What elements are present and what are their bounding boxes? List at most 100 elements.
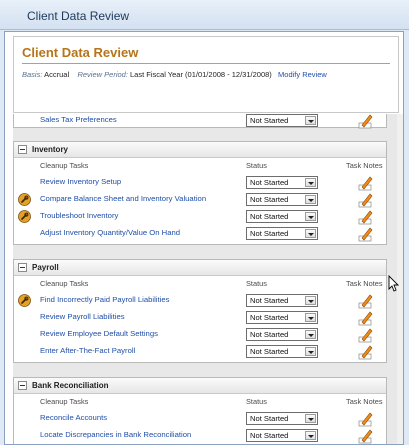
chevron-down-icon[interactable] xyxy=(305,195,316,204)
modify-review-link[interactable]: Modify Review xyxy=(278,70,327,79)
task-link[interactable]: Locate Discrepancies in Bank Reconciliat… xyxy=(40,430,191,439)
collapse-toggle-icon[interactable] xyxy=(18,145,27,154)
chevron-down-icon[interactable] xyxy=(305,414,316,423)
task-row: Enter After-The-Fact Payroll Not Started xyxy=(14,343,388,360)
task-row: Find Incorrectly Paid Payroll Liabilitie… xyxy=(14,292,388,309)
task-note-icon[interactable] xyxy=(358,309,374,326)
chevron-down-icon[interactable] xyxy=(305,313,316,322)
status-value: Not Started xyxy=(250,116,289,125)
section-inventory: Inventory Cleanup Tasks Status Task Note… xyxy=(13,141,387,245)
status-select[interactable]: Not Started xyxy=(246,328,318,341)
task-note-icon[interactable] xyxy=(358,326,374,343)
task-note-icon[interactable] xyxy=(358,292,374,309)
status-select[interactable]: Not Started xyxy=(246,429,318,442)
wrench-icon[interactable] xyxy=(18,294,31,307)
chevron-down-icon[interactable] xyxy=(305,330,316,339)
task-link[interactable]: Troubleshoot Inventory xyxy=(40,211,118,220)
col-header-tasks: Cleanup Tasks xyxy=(40,161,89,170)
chevron-down-icon[interactable] xyxy=(305,347,316,356)
section-header[interactable]: Bank Reconciliation xyxy=(14,378,386,394)
section-sales-tax: Sales Tax Preferences Not Started xyxy=(13,112,388,129)
tasks-scroll-area[interactable]: Sales Tax Preferences Not Started Invent… xyxy=(13,112,399,444)
status-value: Not Started xyxy=(250,178,289,187)
task-link[interactable]: Compare Balance Sheet and Inventory Valu… xyxy=(40,194,206,203)
title-divider xyxy=(22,63,390,64)
task-note-icon[interactable] xyxy=(358,410,374,427)
task-note-icon[interactable] xyxy=(358,191,374,208)
status-select[interactable]: Not Started xyxy=(246,412,318,425)
review-header: Client Data Review Basis: Accrual Review… xyxy=(13,36,399,113)
section-bank-reconciliation: Bank Reconciliation Cleanup Tasks Status… xyxy=(13,377,388,444)
status-select[interactable]: Not Started xyxy=(246,345,318,358)
task-note-icon[interactable] xyxy=(358,112,374,129)
task-link[interactable]: Sales Tax Preferences xyxy=(40,115,117,124)
status-select[interactable]: Not Started xyxy=(246,227,318,240)
collapse-toggle-icon[interactable] xyxy=(18,263,27,272)
task-link[interactable]: Adjust Inventory Quantity/Value On Hand xyxy=(40,228,180,237)
col-header-status: Status xyxy=(246,397,267,406)
status-select[interactable]: Not Started xyxy=(246,193,318,206)
window-title: Client Data Review xyxy=(27,9,130,23)
section-title: Payroll xyxy=(32,263,59,272)
wrench-icon[interactable] xyxy=(18,210,31,223)
task-note-icon[interactable] xyxy=(358,343,374,360)
status-value: Not Started xyxy=(250,212,289,221)
task-note-icon[interactable] xyxy=(358,174,374,191)
status-value: Not Started xyxy=(250,313,289,322)
section-header[interactable]: Inventory xyxy=(14,142,386,158)
status-select[interactable]: Not Started xyxy=(246,294,318,307)
chevron-down-icon[interactable] xyxy=(305,116,316,125)
task-row: Review Payroll Liabilities Not Started xyxy=(14,309,388,326)
chevron-down-icon[interactable] xyxy=(305,431,316,440)
chevron-down-icon[interactable] xyxy=(305,296,316,305)
col-header-notes: Task Notes xyxy=(346,397,383,406)
task-link[interactable]: Review Inventory Setup xyxy=(40,177,121,186)
status-select[interactable]: Not Started xyxy=(246,210,318,223)
col-header-tasks: Cleanup Tasks xyxy=(40,397,89,406)
status-select[interactable]: Not Started xyxy=(246,176,318,189)
status-value: Not Started xyxy=(250,431,289,440)
section-title: Bank Reconciliation xyxy=(32,381,109,390)
task-note-icon[interactable] xyxy=(358,208,374,225)
col-header-tasks: Cleanup Tasks xyxy=(40,279,89,288)
mouse-cursor-icon xyxy=(388,275,400,292)
review-period-label: Review Period: xyxy=(77,70,128,79)
basis-value: Accrual xyxy=(44,70,70,79)
task-row: Sales Tax Preferences Not Started xyxy=(14,112,388,129)
task-row: Locate Discrepancies in Bank Reconciliat… xyxy=(14,427,388,444)
task-link[interactable]: Reconcile Accounts xyxy=(40,413,107,422)
task-row: Reconcile Accounts Not Started xyxy=(14,410,388,427)
status-value: Not Started xyxy=(250,330,289,339)
column-headers: Cleanup Tasks Status Task Notes xyxy=(14,160,386,172)
task-note-icon[interactable] xyxy=(358,427,374,444)
task-row: Review Employee Default Settings Not Sta… xyxy=(14,326,388,343)
status-value: Not Started xyxy=(250,414,289,423)
chevron-down-icon[interactable] xyxy=(305,229,316,238)
status-select[interactable]: Not Started xyxy=(246,311,318,324)
task-link[interactable]: Review Payroll Liabilities xyxy=(40,312,125,321)
review-period-value: Last Fiscal Year (01/01/2008 - 12/31/200… xyxy=(130,70,272,79)
page-title: Client Data Review xyxy=(22,45,139,60)
section-payroll: Payroll Cleanup Tasks Status Task Notes … xyxy=(13,259,387,363)
task-link[interactable]: Find Incorrectly Paid Payroll Liabilitie… xyxy=(40,295,169,304)
task-note-icon[interactable] xyxy=(358,225,374,242)
review-parameters: Basis: Accrual Review Period: Last Fisca… xyxy=(22,70,327,79)
task-link[interactable]: Enter After-The-Fact Payroll xyxy=(40,346,135,355)
status-value: Not Started xyxy=(250,229,289,238)
column-headers: Cleanup Tasks Status Task Notes xyxy=(14,278,386,290)
col-header-status: Status xyxy=(246,279,267,288)
task-link[interactable]: Review Employee Default Settings xyxy=(40,329,158,338)
status-select[interactable]: Not Started xyxy=(246,114,318,127)
chevron-down-icon[interactable] xyxy=(305,178,316,187)
chevron-down-icon[interactable] xyxy=(305,212,316,221)
col-header-status: Status xyxy=(246,161,267,170)
task-row: Review Inventory Setup Not Started xyxy=(14,174,388,191)
wrench-icon[interactable] xyxy=(18,193,31,206)
col-header-notes: Task Notes xyxy=(346,279,383,288)
window-titlebar: Client Data Review xyxy=(0,0,409,30)
section-header[interactable]: Payroll xyxy=(14,260,386,276)
col-header-notes: Task Notes xyxy=(346,161,383,170)
collapse-toggle-icon[interactable] xyxy=(18,381,27,390)
status-value: Not Started xyxy=(250,347,289,356)
status-value: Not Started xyxy=(250,296,289,305)
